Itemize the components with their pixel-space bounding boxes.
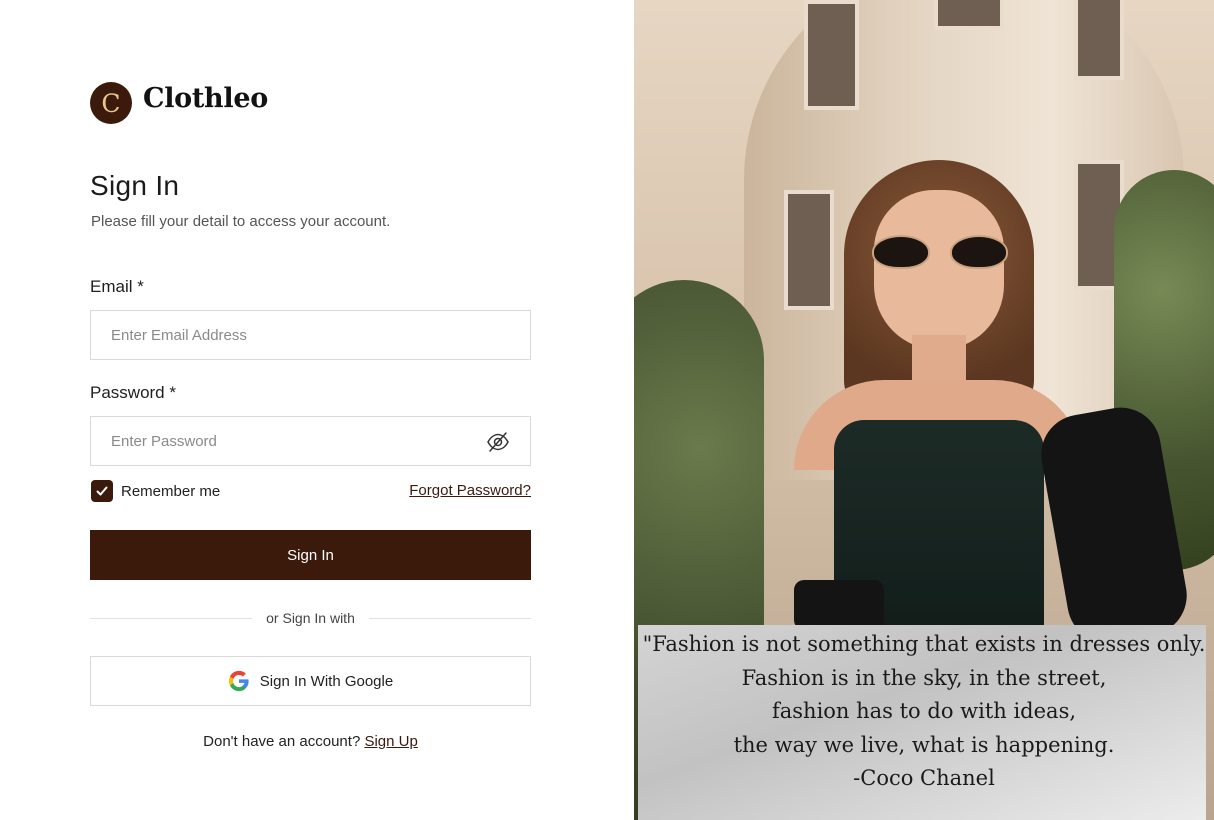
brand: C Clothleo	[90, 82, 268, 124]
sign-in-button[interactable]: Sign In	[90, 530, 531, 580]
window	[934, 0, 1004, 30]
google-button-label: Sign In With Google	[259, 672, 394, 690]
email-input[interactable]	[91, 311, 530, 359]
divider-label: or Sign In with	[266, 610, 355, 626]
model-face	[874, 190, 1004, 350]
eye-off-icon[interactable]	[486, 430, 510, 454]
quote-line: the way we live, what is happening.	[733, 733, 1115, 757]
google-sign-in-button[interactable]: Sign In With Google	[90, 656, 531, 706]
no-account-text: Don't have an account?	[203, 733, 361, 750]
sunglasses-lens	[872, 235, 930, 269]
divider-line	[368, 617, 531, 619]
quote-line: Fashion is in the sky, in the street,	[741, 666, 1107, 690]
sunglasses-lens	[950, 235, 1008, 269]
window	[1074, 0, 1124, 80]
hero-image-panel: "Fashion is not something that exists in…	[634, 0, 1214, 820]
google-icon	[228, 670, 249, 692]
password-field-wrapper	[90, 416, 531, 466]
window	[804, 0, 859, 110]
model-figure	[754, 150, 1194, 649]
logo-icon: C	[90, 82, 132, 124]
divider: or Sign In with	[90, 608, 531, 628]
sunglasses	[872, 235, 1008, 269]
password-input[interactable]	[91, 417, 530, 465]
page-subtitle: Please fill your detail to access your a…	[91, 213, 391, 230]
brand-name: Clothleo	[143, 82, 268, 114]
checkbox-checked[interactable]	[91, 480, 113, 502]
remember-me-label: Remember me	[121, 482, 221, 500]
page-title: Sign In	[90, 170, 180, 201]
model-bag	[794, 580, 884, 630]
divider-line	[90, 617, 253, 619]
forgot-password-link[interactable]: Forgot Password?	[409, 482, 531, 499]
quote-line: fashion has to do with ideas,	[771, 699, 1077, 723]
sign-in-panel: C Clothleo Sign In Please fill your deta…	[0, 0, 634, 820]
quote-line: "Fashion is not something that exists in…	[642, 632, 1206, 656]
check-icon	[96, 486, 108, 496]
email-field-wrapper	[90, 310, 531, 360]
remember-me-checkbox[interactable]: Remember me	[91, 480, 220, 502]
quote-author: -Coco Chanel	[853, 766, 995, 790]
email-label: Email *	[90, 277, 144, 296]
signup-prompt: Don't have an account? Sign Up	[0, 733, 621, 750]
sign-up-link[interactable]: Sign Up	[364, 733, 417, 750]
password-label: Password *	[90, 383, 176, 402]
